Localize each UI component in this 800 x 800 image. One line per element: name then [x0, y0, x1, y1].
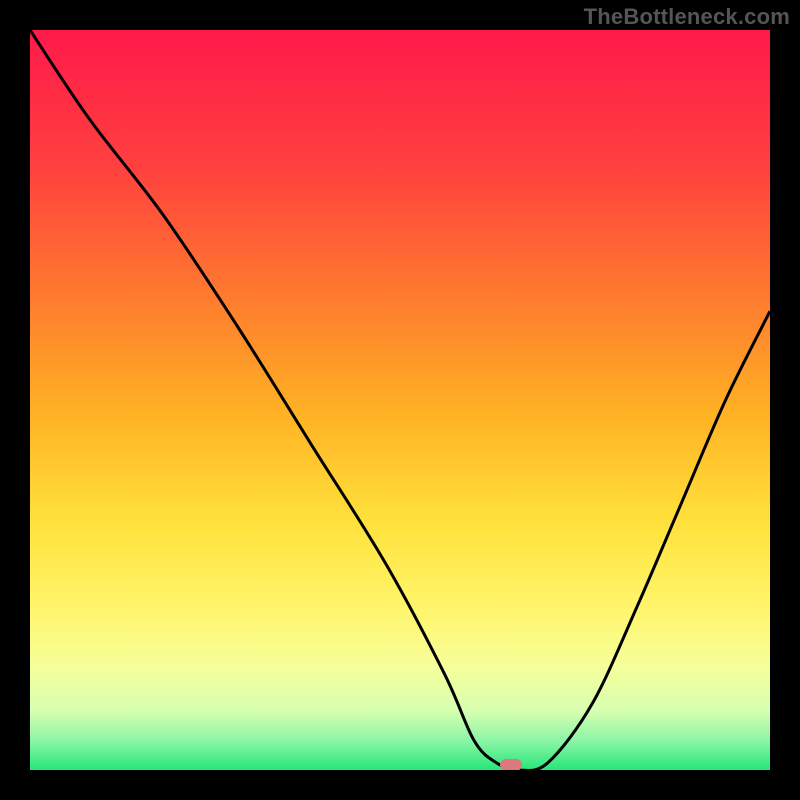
watermark-text: TheBottleneck.com	[584, 4, 790, 30]
marker-sweet-spot	[500, 759, 522, 770]
chart-frame: TheBottleneck.com	[0, 0, 800, 800]
chart-svg	[30, 30, 770, 770]
markers-layer	[500, 759, 522, 770]
gradient-background	[30, 30, 770, 770]
plot-area	[30, 30, 770, 770]
